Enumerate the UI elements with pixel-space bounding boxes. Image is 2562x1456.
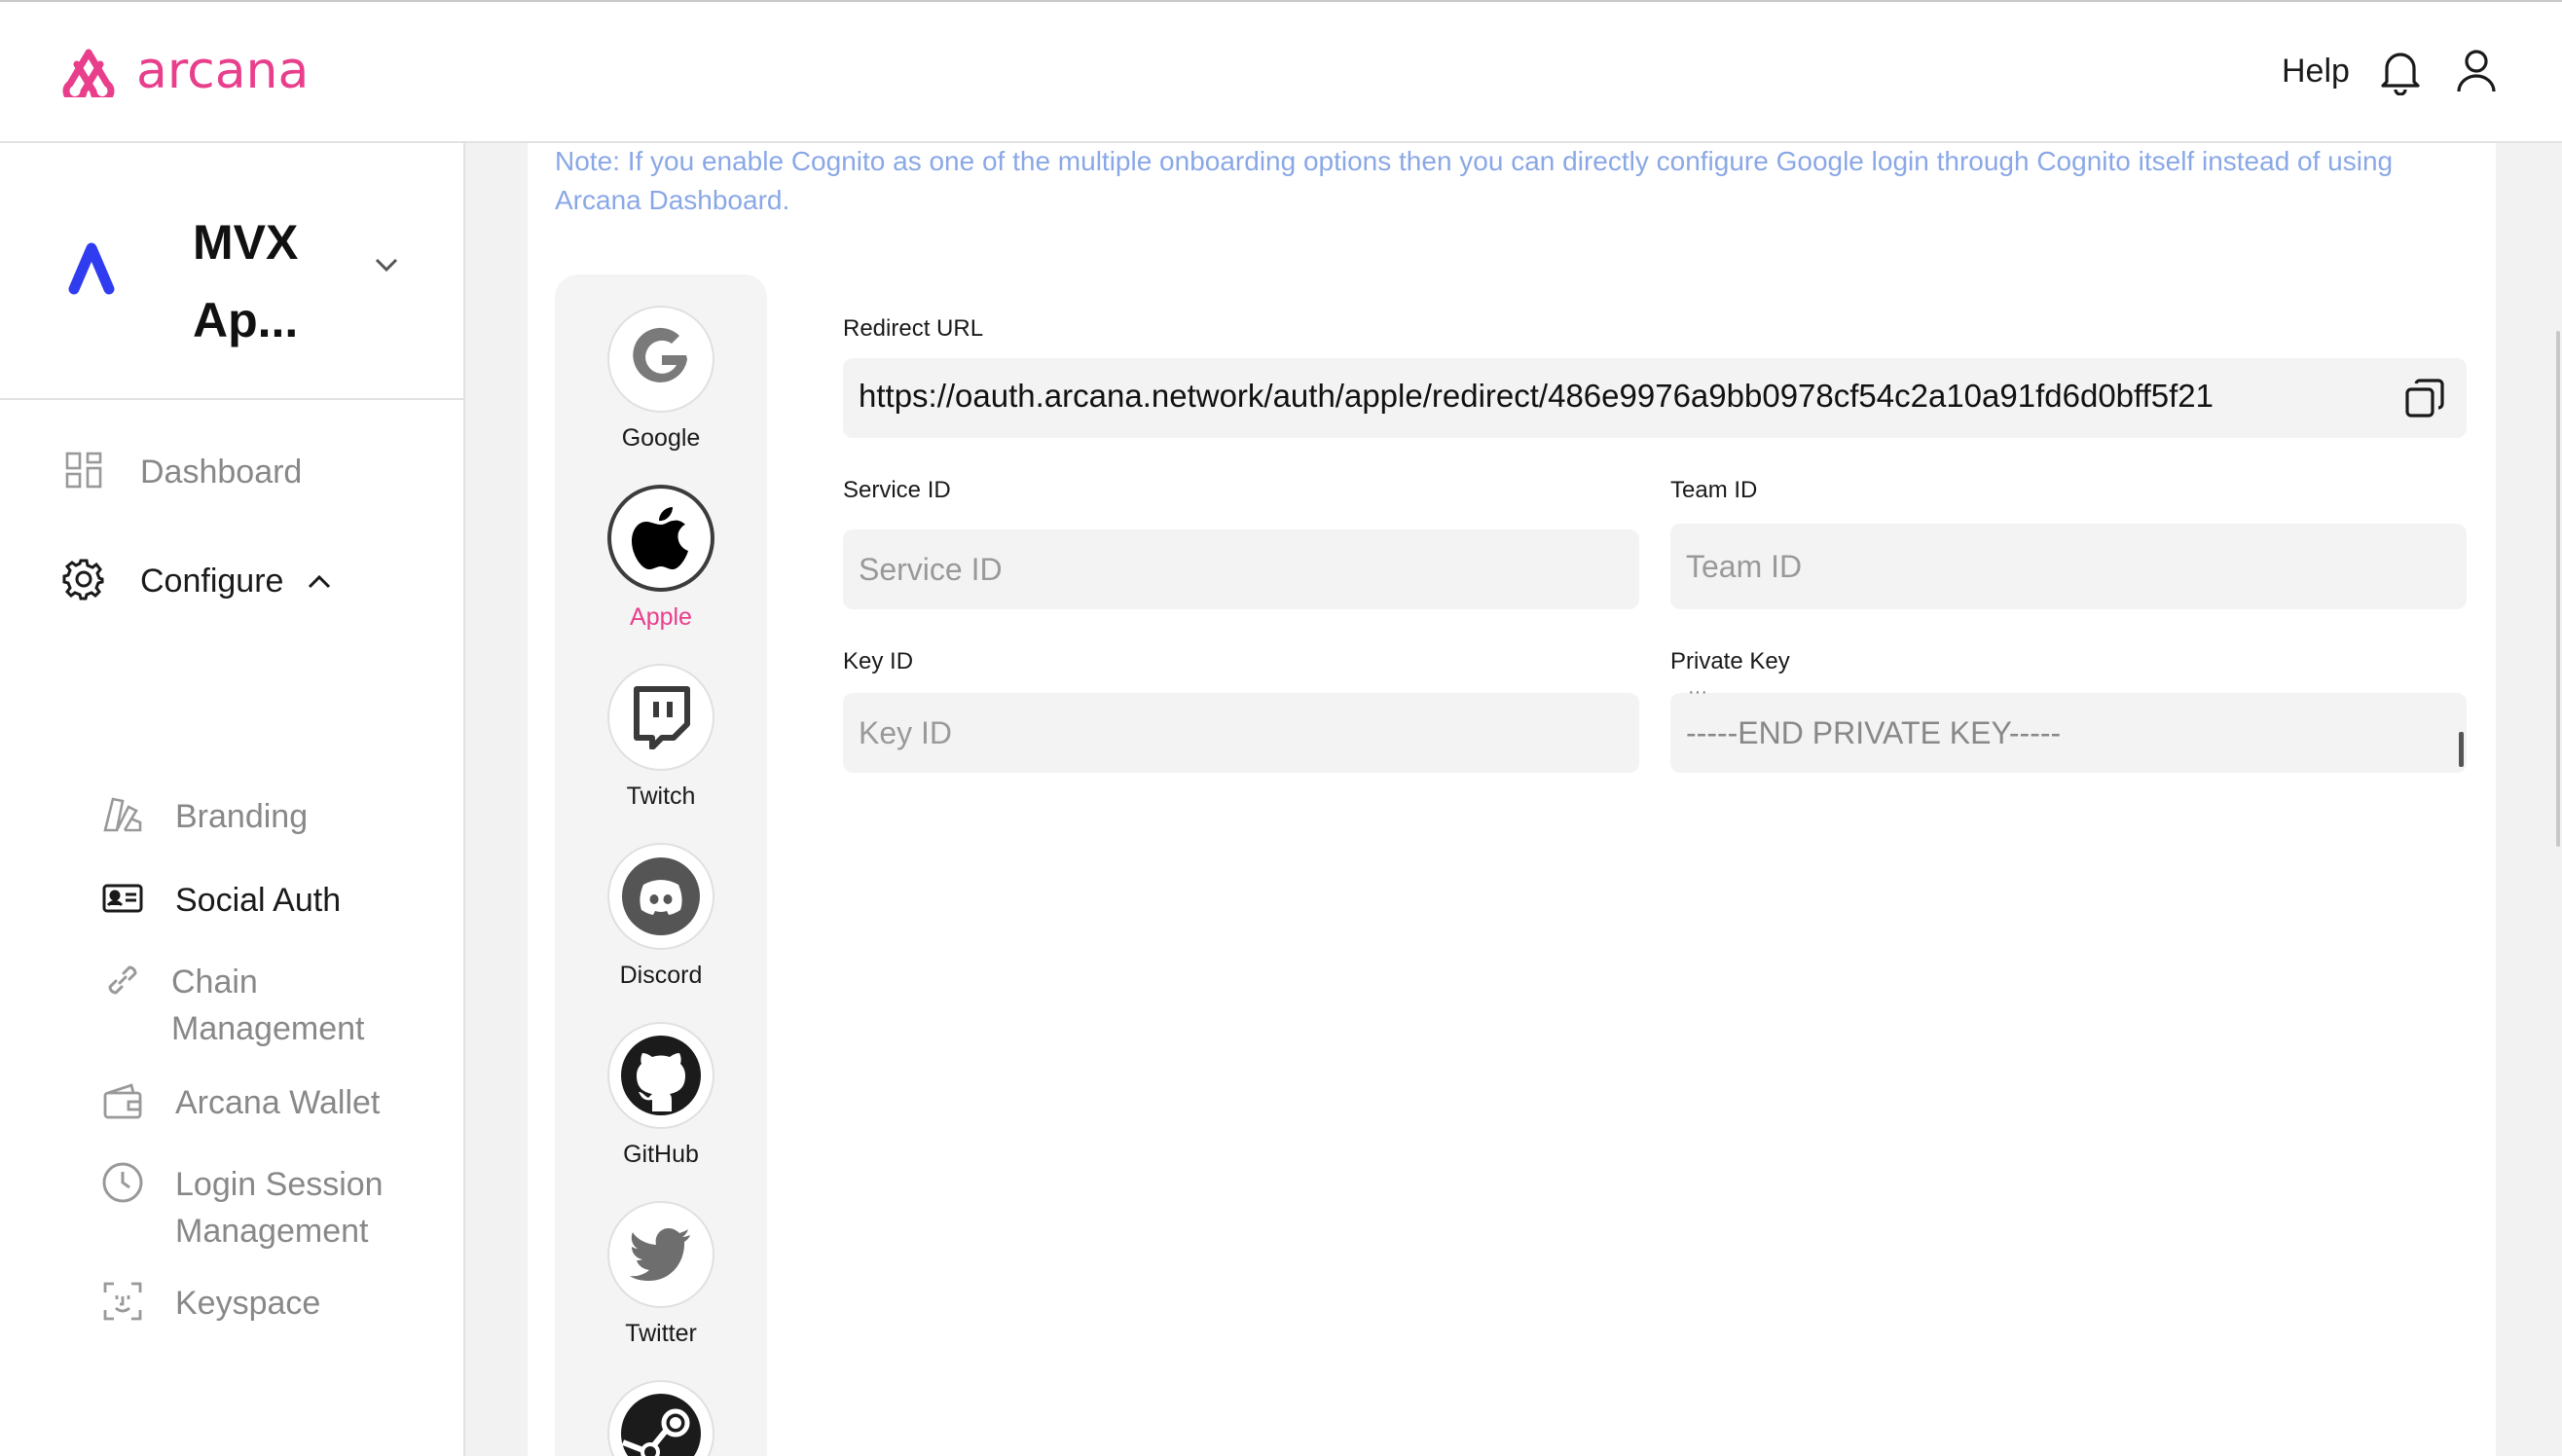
arcana-logo-icon <box>62 49 115 97</box>
provider-label: GitHub <box>623 1141 699 1168</box>
provider-label: Apple <box>630 603 692 631</box>
service-id-label: Service ID <box>843 477 951 503</box>
provider-label: Discord <box>619 962 703 989</box>
top-header: arcana Help <box>0 0 2562 143</box>
gear-icon <box>62 558 105 601</box>
private-key-scrollbar[interactable] <box>2459 732 2464 767</box>
app-switcher[interactable]: MVX Ap... <box>0 143 463 400</box>
provider-steam[interactable] <box>555 1380 767 1456</box>
private-key-value: -----END PRIVATE KEY----- <box>1686 714 2062 750</box>
sidebar-item-label: Login Session Management <box>175 1166 384 1250</box>
sidebar-item-arcana-wallet[interactable]: Arcana Wallet <box>101 1079 380 1126</box>
redirect-url-value: https://oauth.arcana.network/auth/apple/… <box>859 378 2214 414</box>
apple-icon <box>607 485 714 592</box>
help-link[interactable]: Help <box>2282 53 2350 91</box>
palette-icon <box>101 793 144 836</box>
sidebar-item-branding[interactable]: Branding <box>101 793 308 840</box>
sidebar-item-label: Social Auth <box>175 882 342 919</box>
wallet-icon <box>101 1079 144 1122</box>
provider-list: Google Apple Twitch Discord GitHub Twitt… <box>555 274 767 1456</box>
sidebar-item-dashboard[interactable]: Dashboard <box>62 449 302 495</box>
provider-apple[interactable]: Apple <box>555 485 767 632</box>
copy-icon[interactable] <box>2404 378 2445 419</box>
team-id-input[interactable] <box>1670 524 2467 609</box>
sidebar-item-label: Chain Management <box>171 964 365 1047</box>
provider-github[interactable]: GitHub <box>555 1022 767 1169</box>
key-id-label: Key ID <box>843 648 914 674</box>
sidebar-item-label: Configure <box>140 563 284 600</box>
chevron-up-icon[interactable] <box>307 573 332 591</box>
google-icon <box>607 306 714 413</box>
github-icon <box>607 1022 714 1129</box>
sidebar-item-label: Keyspace <box>175 1285 321 1322</box>
redirect-url-field[interactable]: https://oauth.arcana.network/auth/apple/… <box>843 358 2467 438</box>
bell-icon[interactable] <box>2379 47 2422 100</box>
page-scrollbar[interactable] <box>2556 331 2560 847</box>
sidebar-item-configure[interactable]: Configure <box>62 558 332 604</box>
provider-label: Twitch <box>626 783 696 810</box>
app-name: MVX Ap... <box>193 215 299 347</box>
sidebar-item-login-session-management[interactable]: Login Session Management <box>101 1161 409 1255</box>
chevron-down-icon[interactable] <box>373 256 400 273</box>
dashboard-icon <box>62 449 105 491</box>
provider-google[interactable]: Google <box>555 306 767 453</box>
steam-icon <box>607 1380 714 1456</box>
id-card-icon <box>101 877 144 920</box>
cognito-note: Note: If you enable Cognito as one of th… <box>555 146 2394 215</box>
arcana-logo[interactable]: arcana <box>56 45 309 97</box>
sidebar-item-label: Dashboard <box>140 454 303 491</box>
sidebar-item-label: Arcana Wallet <box>175 1084 381 1121</box>
private-key-textarea[interactable]: -----END PRIVATE KEY----- <box>1670 693 2467 773</box>
sidebar-item-social-auth[interactable]: Social Auth <box>101 877 341 924</box>
clock-icon <box>101 1161 144 1204</box>
twitch-icon <box>607 664 714 771</box>
provider-label: Google <box>621 424 701 452</box>
face-scan-icon <box>101 1280 144 1323</box>
provider-discord[interactable]: Discord <box>555 843 767 990</box>
provider-twitter[interactable]: Twitter <box>555 1201 767 1348</box>
user-icon[interactable] <box>2455 47 2498 100</box>
sidebar-item-chain-management[interactable]: Chain Management <box>101 959 385 1052</box>
logo-text: arcana <box>136 42 310 100</box>
sidebar: MVX Ap... Dashboard Configure Branding S… <box>0 143 465 1456</box>
private-key-label: Private Key <box>1670 648 1790 674</box>
service-id-input[interactable] <box>843 529 1639 609</box>
sidebar-item-keyspace[interactable]: Keyspace <box>101 1280 320 1327</box>
social-auth-card <box>528 143 2496 1456</box>
sidebar-item-label: Branding <box>175 798 309 835</box>
discord-icon <box>607 843 714 950</box>
redirect-url-label: Redirect URL <box>843 315 984 342</box>
provider-label: Twitter <box>625 1320 697 1347</box>
app-logo-icon <box>68 242 115 295</box>
link-icon <box>101 959 144 1001</box>
private-key-overflow-indicator: ··· <box>1688 681 1707 703</box>
provider-twitch[interactable]: Twitch <box>555 664 767 811</box>
team-id-label: Team ID <box>1670 477 1758 503</box>
key-id-input[interactable] <box>843 693 1639 773</box>
twitter-icon <box>607 1201 714 1308</box>
